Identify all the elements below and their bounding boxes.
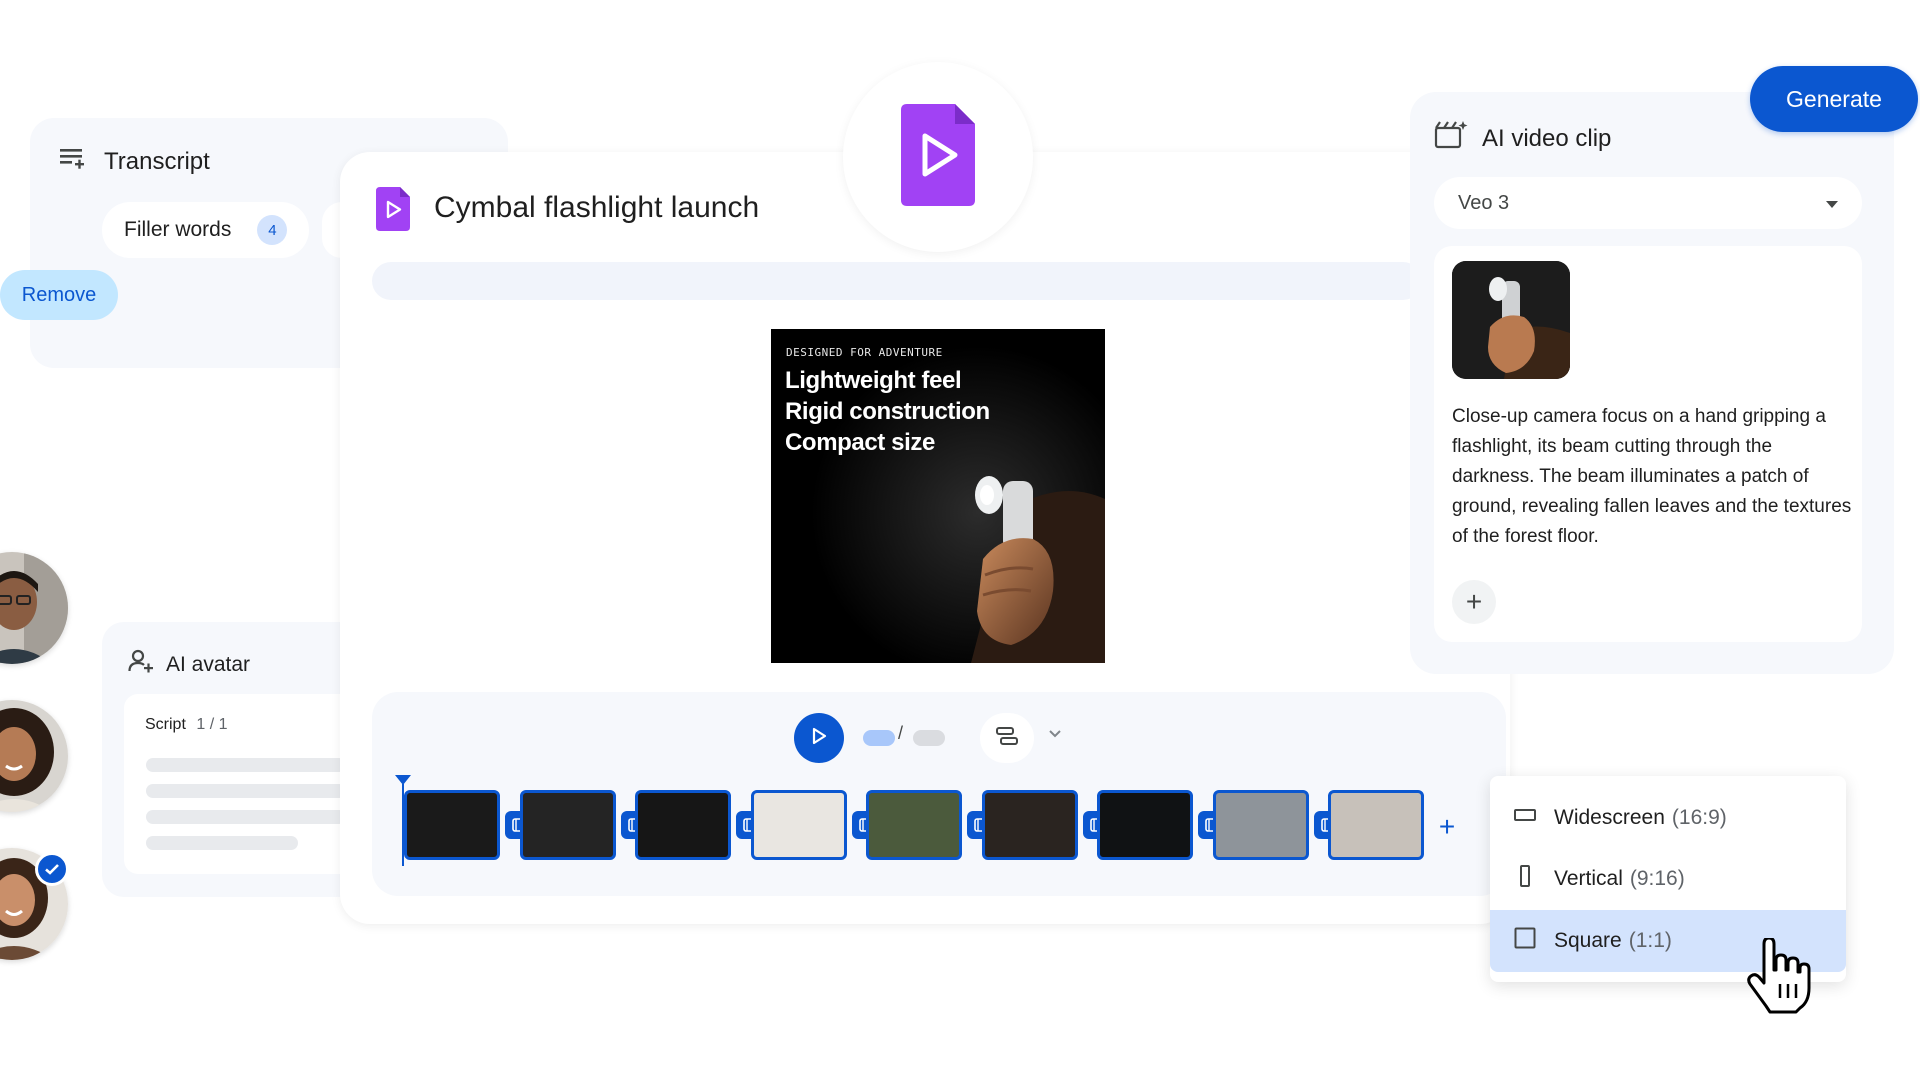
script-label-row: Script 1 / 1 (145, 716, 228, 734)
reference-image-thumbnail[interactable] (1452, 261, 1570, 379)
preview-headline-line: Lightweight feel (785, 367, 962, 394)
dropdown-arrow-icon (1826, 192, 1838, 215)
avatar-option-2[interactable] (0, 700, 68, 812)
chevron-down-icon[interactable] (1048, 726, 1062, 744)
ai-avatar-header: AI avatar (128, 648, 250, 681)
movie-sparkle-icon (1434, 120, 1468, 157)
vids-play-icon (901, 103, 975, 211)
avatar-option-1[interactable] (0, 552, 68, 664)
ai-avatar-title: AI avatar (166, 652, 251, 676)
menu-item-vertical[interactable]: Vertical (9:16) (1490, 849, 1846, 909)
align-icon (994, 726, 1020, 751)
menu-item-label: Square (1554, 929, 1622, 952)
script-line (146, 810, 346, 824)
editor-toolbar (372, 262, 1422, 300)
model-select[interactable]: Veo 3 (1434, 177, 1862, 229)
play-button[interactable] (794, 713, 844, 763)
model-select-value: Veo 3 (1458, 191, 1510, 214)
add-reference-button[interactable]: + (1452, 580, 1496, 624)
script-page: 1 / 1 (196, 716, 228, 733)
timeline-clip[interactable] (981, 790, 1078, 860)
ai-video-clip-title: AI video clip (1482, 124, 1612, 152)
timeline-clip[interactable] (1212, 790, 1309, 860)
app-logo (843, 62, 1033, 252)
timeline-clip[interactable] (635, 790, 731, 860)
filler-words-chip[interactable]: Filler words 4 (102, 202, 310, 258)
menu-item-label: Vertical (1554, 867, 1623, 890)
timeline-clip[interactable] (1328, 790, 1424, 860)
script-line (146, 836, 298, 850)
transcript-icon (58, 146, 86, 177)
preview-headline-line: Rigid construction (785, 398, 990, 425)
total-time (913, 730, 945, 746)
timeline-clip[interactable] (1097, 790, 1193, 860)
preview-headline-line: Compact size (785, 429, 935, 456)
ai-video-clip-header: AI video clip (1434, 120, 1611, 157)
remove-button[interactable]: Remove (0, 270, 118, 320)
timeline-clip[interactable] (866, 790, 962, 860)
preview-kicker: DESIGNED FOR ADVENTURE (786, 346, 943, 359)
transcript-header: Transcript (58, 146, 210, 177)
play-icon (811, 727, 827, 750)
add-clip-button[interactable]: + (1432, 811, 1462, 842)
timeline-clip[interactable] (404, 790, 500, 860)
timeline-clip[interactable] (750, 790, 847, 860)
generate-button[interactable]: Generate (1750, 66, 1918, 132)
hand-cursor-icon (1746, 936, 1812, 1019)
menu-item-ratio: (1:1) (1628, 929, 1672, 952)
vertical-icon (1514, 865, 1536, 893)
menu-item-label: Widescreen (1554, 806, 1665, 829)
clip-prompt-text[interactable]: Close-up camera focus on a hand gripping… (1452, 402, 1852, 552)
menu-item-ratio: (9:16) (1629, 867, 1685, 890)
align-menu-button[interactable] (980, 713, 1034, 763)
doc-title[interactable]: Cymbal flashlight launch (434, 191, 759, 225)
doc-file-icon (376, 187, 410, 236)
filler-words-count: 4 (257, 215, 288, 245)
square-icon (1514, 927, 1536, 955)
timeline-clip[interactable] (519, 790, 616, 860)
menu-item-ratio: (16:9) (1671, 806, 1727, 829)
script-line (146, 758, 346, 772)
script-line (146, 784, 346, 798)
person-add-icon (128, 648, 154, 681)
transcript-title: Transcript (104, 147, 210, 175)
menu-item-widescreen[interactable]: Widescreen (16:9) (1490, 788, 1846, 848)
selected-check-icon (35, 852, 69, 886)
script-label: Script (145, 716, 186, 733)
filler-words-label: Filler words (124, 218, 232, 241)
time-separator: / (898, 723, 904, 743)
widescreen-icon (1514, 804, 1536, 832)
video-preview[interactable]: DESIGNED FOR ADVENTURE Lightweight feel … (771, 329, 1105, 663)
current-time (863, 730, 895, 746)
